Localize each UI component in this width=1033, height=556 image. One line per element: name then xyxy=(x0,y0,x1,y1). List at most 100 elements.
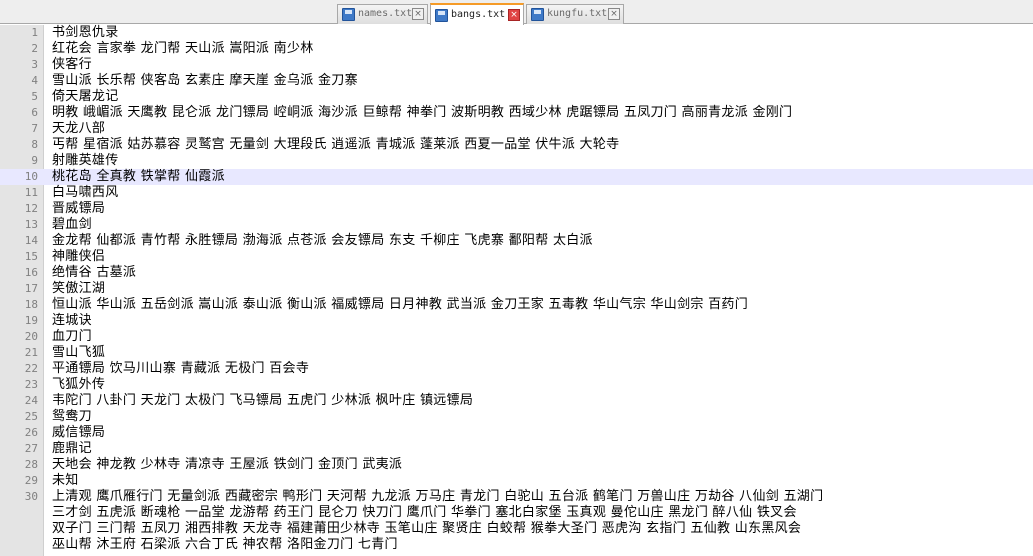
close-icon[interactable]: × xyxy=(608,8,620,20)
line-number: 22 xyxy=(24,362,38,375)
line-number: 9 xyxy=(31,154,38,167)
line-text[interactable]: 倚天屠龙记 xyxy=(52,89,119,105)
line-text[interactable]: 金龙帮 仙都派 青竹帮 永胜镖局 渤海派 点苍派 会友镖局 东支 千柳庄 飞虎寨… xyxy=(52,233,593,249)
line-number: 27 xyxy=(24,442,38,455)
line-number: 1 xyxy=(31,26,38,39)
text-line[interactable]: 13 碧血剑 xyxy=(0,217,1033,233)
text-line[interactable]: 29 未知 xyxy=(0,473,1033,489)
tab-bar: names.txt × bangs.txt × kungfu.txt × xyxy=(0,0,1033,25)
text-line[interactable]: 17 笑傲江湖 xyxy=(0,281,1033,297)
line-text[interactable]: 巫山帮 沐王府 石梁派 六合丁氏 神农帮 洛阳金刀门 七青门 xyxy=(52,537,398,553)
line-number: 14 xyxy=(24,234,38,247)
text-line[interactable]: 9 射雕英雄传 xyxy=(0,153,1033,169)
tab-label: bangs.txt xyxy=(451,9,506,20)
line-text[interactable]: 鸳鸯刀 xyxy=(52,409,92,425)
file-icon xyxy=(531,8,544,21)
line-text[interactable]: 韦陀门 八卦门 天龙门 太极门 飞马镖局 五虎门 少林派 枫叶庄 镇远镖局 xyxy=(52,393,473,409)
line-text[interactable]: 绝情谷 古墓派 xyxy=(52,265,136,281)
text-line[interactable]: 12 晋威镖局 xyxy=(0,201,1033,217)
line-number: 10 xyxy=(24,170,38,183)
text-line[interactable]: 14 金龙帮 仙都派 青竹帮 永胜镖局 渤海派 点苍派 会友镖局 东支 千柳庄 飞… xyxy=(0,233,1033,249)
line-text[interactable]: 笑傲江湖 xyxy=(52,281,105,297)
tab-kungfu-txt[interactable]: kungfu.txt × xyxy=(526,4,624,24)
line-number: 15 xyxy=(24,250,38,263)
line-text[interactable]: 天龙八部 xyxy=(52,121,105,137)
line-text[interactable]: 雪山飞狐 xyxy=(52,345,105,361)
editor-area[interactable]: 1 书剑恩仇录 2 红花会 言家拳 龙门帮 天山派 嵩阳派 南少林 3 侠客行 4 雪山派 长… xyxy=(0,25,1033,556)
text-line[interactable]: 19 连城诀 xyxy=(0,313,1033,329)
tab-label: names.txt xyxy=(358,8,413,19)
text-line[interactable]: 双子门 三门帮 五凤刀 湘西排教 天龙寺 福建莆田少林寺 玉笔山庄 聚贤庄 白蛟… xyxy=(0,521,1033,537)
text-line[interactable]: 21 雪山飞狐 xyxy=(0,345,1033,361)
text-line[interactable]: 6 明教 峨嵋派 天鹰教 昆仑派 龙门镖局 崆峒派 海沙派 巨鲸帮 神拳门 波斯明… xyxy=(0,105,1033,121)
line-text[interactable]: 书剑恩仇录 xyxy=(52,25,119,41)
text-line[interactable]: 巫山帮 沐王府 石梁派 六合丁氏 神农帮 洛阳金刀门 七青门 xyxy=(0,537,1033,553)
text-line[interactable]: 27 鹿鼎记 xyxy=(0,441,1033,457)
text-line[interactable]: 三才剑 五虎派 断魂枪 一品堂 龙游帮 药王门 昆仑刀 快刀门 鹰爪门 华拳门 … xyxy=(0,505,1033,521)
line-text[interactable]: 天地会 神龙教 少林寺 清凉寺 王屋派 铁剑门 金顶门 武夷派 xyxy=(52,457,402,473)
text-line[interactable]: 8 丐帮 星宿派 姑苏慕容 灵鹫宫 无量剑 大理段氏 逍遥派 青城派 蓬莱派 西夏… xyxy=(0,137,1033,153)
line-text[interactable]: 桃花岛 全真教 铁掌帮 仙霞派 xyxy=(52,169,225,185)
text-line[interactable]: 15 神雕侠侣 xyxy=(0,249,1033,265)
line-number: 23 xyxy=(24,378,38,391)
line-number: 30 xyxy=(24,490,38,503)
text-line[interactable]: 5 倚天屠龙记 xyxy=(0,89,1033,105)
line-text[interactable]: 神雕侠侣 xyxy=(52,249,105,265)
line-number: 18 xyxy=(24,298,38,311)
text-line[interactable]: 2 红花会 言家拳 龙门帮 天山派 嵩阳派 南少林 xyxy=(0,41,1033,57)
text-line[interactable]: 16 绝情谷 古墓派 xyxy=(0,265,1033,281)
line-number: 28 xyxy=(24,458,38,471)
close-icon[interactable]: × xyxy=(412,8,424,20)
line-number: 24 xyxy=(24,394,38,407)
text-line[interactable]: 20 血刀门 xyxy=(0,329,1033,345)
line-text[interactable]: 红花会 言家拳 龙门帮 天山派 嵩阳派 南少林 xyxy=(52,41,314,57)
tab-label: kungfu.txt xyxy=(547,8,608,19)
text-line[interactable]: 28 天地会 神龙教 少林寺 清凉寺 王屋派 铁剑门 金顶门 武夷派 xyxy=(0,457,1033,473)
line-number: 19 xyxy=(24,314,38,327)
line-text[interactable]: 丐帮 星宿派 姑苏慕容 灵鹫宫 无量剑 大理段氏 逍遥派 青城派 蓬莱派 西夏一… xyxy=(52,137,619,153)
text-lines[interactable]: 1 书剑恩仇录 2 红花会 言家拳 龙门帮 天山派 嵩阳派 南少林 3 侠客行 4 雪山派 长… xyxy=(0,25,1033,553)
text-line[interactable]: 26 威信镖局 xyxy=(0,425,1033,441)
line-number: 25 xyxy=(24,410,38,423)
text-line[interactable]: 7 天龙八部 xyxy=(0,121,1033,137)
text-line[interactable]: 10 桃花岛 全真教 铁掌帮 仙霞派 xyxy=(0,169,1033,185)
line-text[interactable]: 威信镖局 xyxy=(52,425,105,441)
line-text[interactable]: 飞狐外传 xyxy=(52,377,105,393)
line-text[interactable]: 平通镖局 饮马川山寨 青藏派 无极门 百会寺 xyxy=(52,361,309,377)
line-text[interactable]: 射雕英雄传 xyxy=(52,153,119,169)
line-text[interactable]: 晋威镖局 xyxy=(52,201,105,217)
line-text[interactable]: 血刀门 xyxy=(52,329,92,345)
line-number: 29 xyxy=(24,474,38,487)
text-line[interactable]: 24 韦陀门 八卦门 天龙门 太极门 飞马镖局 五虎门 少林派 枫叶庄 镇远镖局 xyxy=(0,393,1033,409)
line-text[interactable]: 鹿鼎记 xyxy=(52,441,92,457)
line-text[interactable]: 未知 xyxy=(52,473,79,489)
line-number: 3 xyxy=(31,58,38,71)
line-number: 21 xyxy=(24,346,38,359)
line-text[interactable]: 上清观 鹰爪雁行门 无量剑派 西藏密宗 鸭形门 天河帮 九龙派 万马庄 青龙门 … xyxy=(52,489,823,505)
line-text[interactable]: 连城诀 xyxy=(52,313,92,329)
line-text[interactable]: 三才剑 五虎派 断魂枪 一品堂 龙游帮 药王门 昆仑刀 快刀门 鹰爪门 华拳门 … xyxy=(52,505,797,521)
text-line[interactable]: 23 飞狐外传 xyxy=(0,377,1033,393)
text-line[interactable]: 11 白马啸西风 xyxy=(0,185,1033,201)
text-line[interactable]: 18 恒山派 华山派 五岳剑派 嵩山派 泰山派 衡山派 福威镖局 日月神教 武当派… xyxy=(0,297,1033,313)
line-number: 16 xyxy=(24,266,38,279)
line-number: 2 xyxy=(31,42,38,55)
tab-bangs-txt[interactable]: bangs.txt × xyxy=(430,3,524,25)
line-text[interactable]: 明教 峨嵋派 天鹰教 昆仑派 龙门镖局 崆峒派 海沙派 巨鲸帮 神拳门 波斯明教… xyxy=(52,105,792,121)
text-line[interactable]: 1 书剑恩仇录 xyxy=(0,25,1033,41)
text-line[interactable]: 30 上清观 鹰爪雁行门 无量剑派 西藏密宗 鸭形门 天河帮 九龙派 万马庄 青龙… xyxy=(0,489,1033,505)
line-number: 7 xyxy=(31,122,38,135)
close-icon[interactable]: × xyxy=(508,9,520,21)
line-text[interactable]: 双子门 三门帮 五凤刀 湘西排教 天龙寺 福建莆田少林寺 玉笔山庄 聚贤庄 白蛟… xyxy=(52,521,801,537)
line-text[interactable]: 恒山派 华山派 五岳剑派 嵩山派 泰山派 衡山派 福威镖局 日月神教 武当派 金… xyxy=(52,297,748,313)
text-line[interactable]: 4 雪山派 长乐帮 侠客岛 玄素庄 摩天崖 金乌派 金刀寨 xyxy=(0,73,1033,89)
line-text[interactable]: 侠客行 xyxy=(52,57,92,73)
line-number: 26 xyxy=(24,426,38,439)
line-text[interactable]: 白马啸西风 xyxy=(52,185,119,201)
line-text[interactable]: 雪山派 长乐帮 侠客岛 玄素庄 摩天崖 金乌派 金刀寨 xyxy=(52,73,358,89)
text-line[interactable]: 22 平通镖局 饮马川山寨 青藏派 无极门 百会寺 xyxy=(0,361,1033,377)
line-text[interactable]: 碧血剑 xyxy=(52,217,92,233)
text-line[interactable]: 3 侠客行 xyxy=(0,57,1033,73)
tab-names-txt[interactable]: names.txt × xyxy=(337,4,428,24)
text-line[interactable]: 25 鸳鸯刀 xyxy=(0,409,1033,425)
